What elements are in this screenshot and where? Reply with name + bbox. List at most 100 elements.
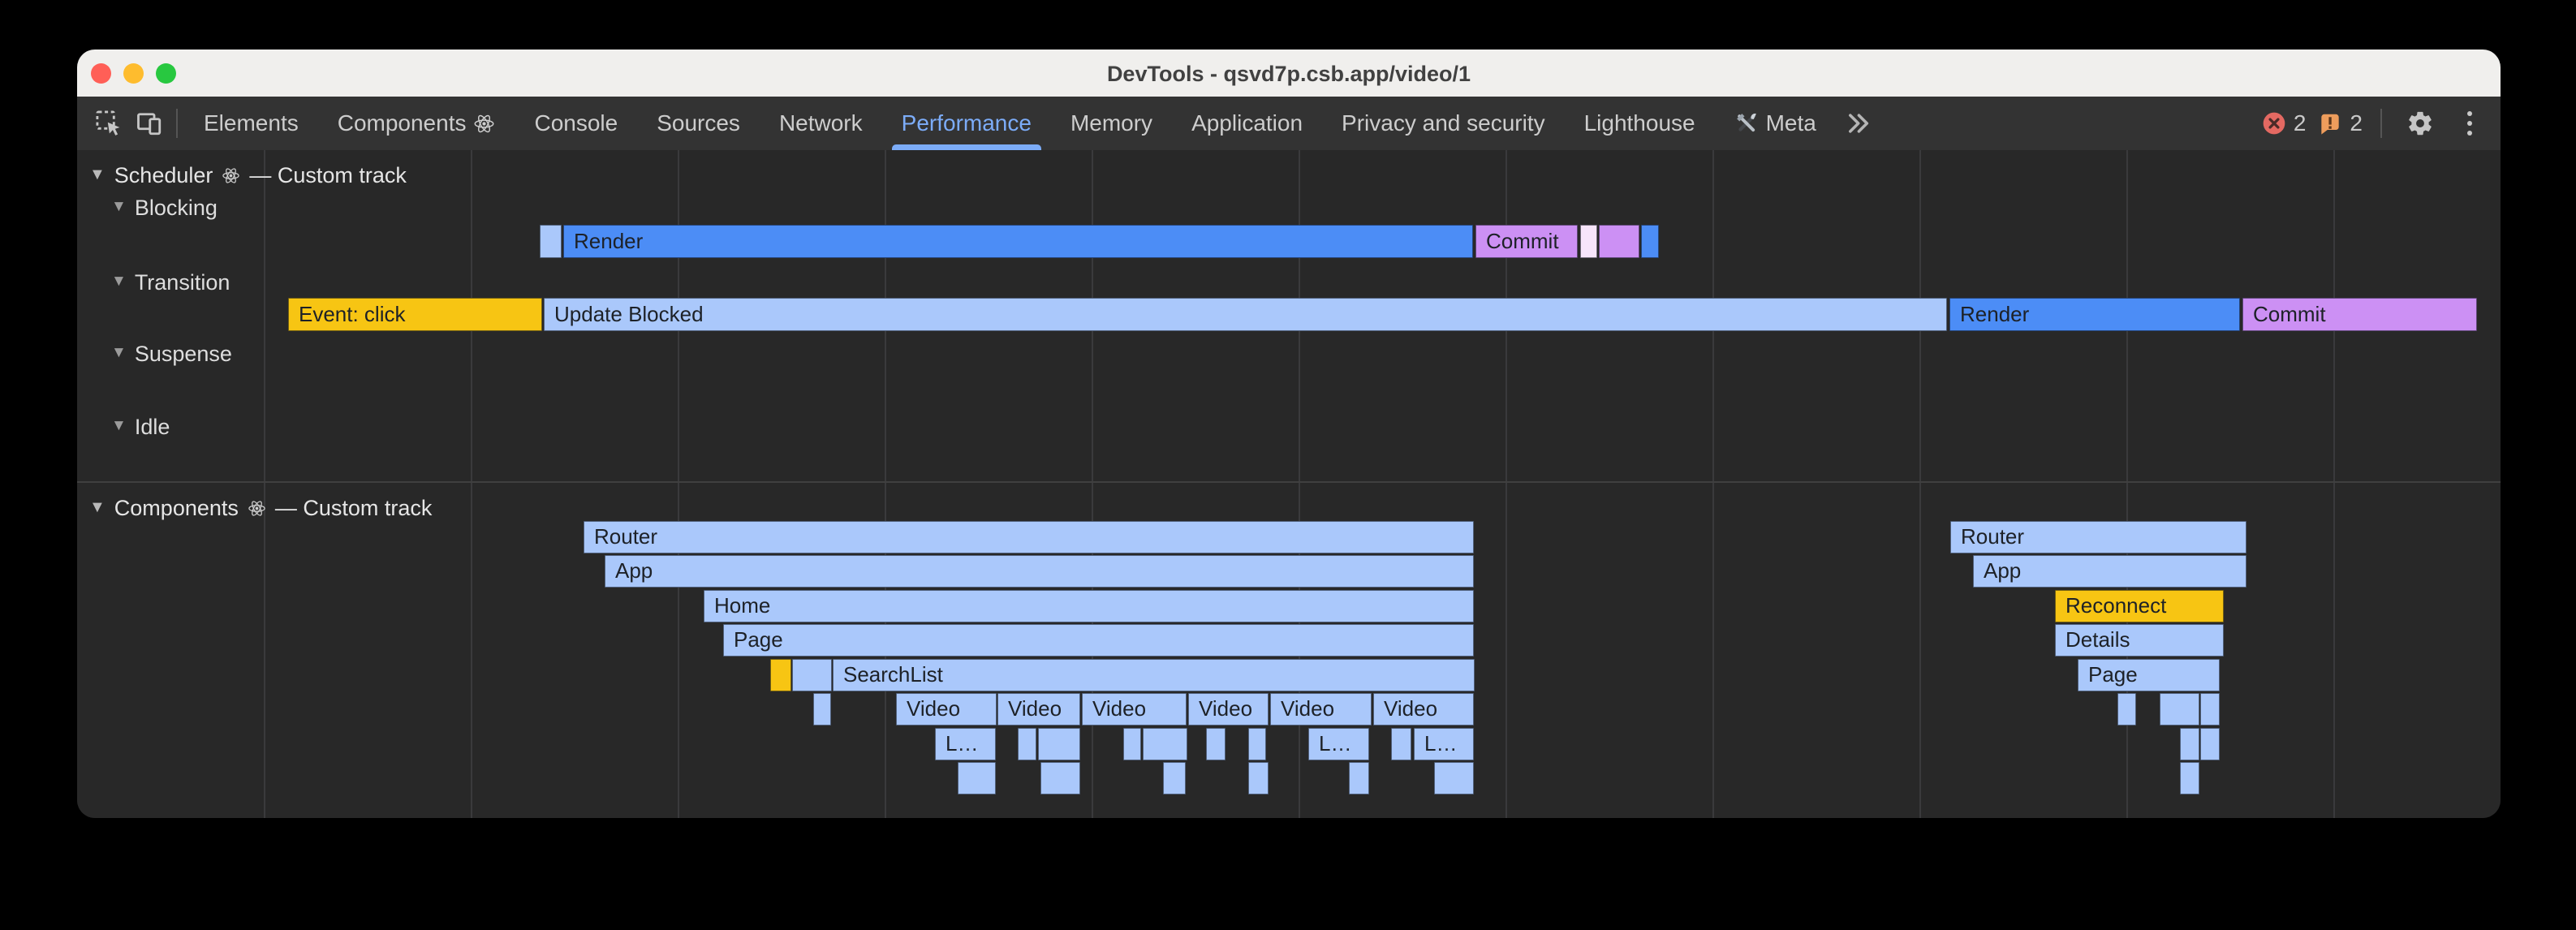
flame-bar-video[interactable]: Video <box>1270 693 1372 725</box>
lane-label-text: Blocking <box>135 196 218 221</box>
flame-bar-home[interactable]: Home <box>704 590 1474 622</box>
flame-bar-l[interactable]: L… <box>935 728 996 760</box>
flame-bar-video[interactable]: Video <box>997 693 1080 725</box>
lane-idle[interactable]: ▼ Idle <box>111 413 170 441</box>
warning-badge[interactable]: 2 <box>2317 110 2363 136</box>
tab-memory[interactable]: Memory <box>1051 97 1172 150</box>
flame-bar[interactable] <box>1391 728 1411 760</box>
flame-bar[interactable] <box>1248 762 1269 794</box>
lane-blocking[interactable]: ▼ Blocking <box>111 194 218 222</box>
tab-label: Privacy and security <box>1342 110 1545 136</box>
toolbar-divider <box>2380 109 2382 138</box>
lane-label-text: Transition <box>135 270 230 295</box>
flame-bar[interactable] <box>540 225 562 258</box>
flame-bar-app[interactable]: App <box>1973 555 2246 588</box>
track-header-scheduler[interactable]: ▼Scheduler— Custom track <box>89 161 407 189</box>
flame-bar[interactable] <box>2180 762 2199 794</box>
lane-suspense[interactable]: ▼Suspense <box>111 340 232 368</box>
warning-count: 2 <box>2350 110 2363 136</box>
flame-bar[interactable] <box>2160 693 2199 725</box>
tab-privacy-and-security[interactable]: Privacy and security <box>1322 97 1565 150</box>
kebab-menu-icon[interactable] <box>2452 105 2488 141</box>
flame-bar[interactable] <box>1641 225 1659 258</box>
device-toolbar-icon[interactable] <box>129 97 170 150</box>
flame-bar-commit[interactable]: Commit <box>2242 298 2477 331</box>
flame-bar-render[interactable]: Render <box>563 225 1473 258</box>
tab-console[interactable]: Console <box>515 97 637 150</box>
warning-icon <box>2317 110 2343 136</box>
flame-bar-page[interactable]: Page <box>723 624 1474 657</box>
collapse-triangle-icon[interactable]: ▼ <box>111 198 127 216</box>
tab-meta[interactable]: Meta <box>1715 97 1836 150</box>
tab-sources[interactable]: Sources <box>637 97 760 150</box>
performance-timeline[interactable]: ▼Scheduler— Custom track▼Blocking▼Transi… <box>77 150 2501 818</box>
flame-bar[interactable] <box>2200 693 2220 725</box>
tab-label: Console <box>534 110 618 136</box>
flame-bar[interactable] <box>2200 728 2220 760</box>
flame-bar-video[interactable]: Video <box>1188 693 1269 725</box>
timeline-gridline <box>264 150 265 818</box>
flame-bar[interactable] <box>1163 762 1186 794</box>
flame-bar-event-click[interactable]: Event: click <box>288 298 542 331</box>
collapse-triangle-icon[interactable]: ▼ <box>111 344 127 362</box>
tab-elements[interactable]: Elements <box>184 97 318 150</box>
tab-lighthouse[interactable]: Lighthouse <box>1565 97 1715 150</box>
flame-bar-l[interactable]: L… <box>1308 728 1369 760</box>
flame-bar[interactable] <box>1038 728 1080 760</box>
toolbar-right-cluster: 2 2 <box>2261 97 2488 150</box>
lane-label-text: Idle <box>135 415 170 440</box>
flame-bar-video[interactable]: Video <box>1082 693 1187 725</box>
flame-bar[interactable] <box>958 762 996 794</box>
flame-bar-searchlist[interactable]: SearchList <box>833 659 1475 691</box>
collapse-triangle-icon[interactable]: ▼ <box>111 273 127 291</box>
collapse-triangle-icon[interactable]: ▼ <box>111 417 127 435</box>
flame-bar[interactable] <box>1018 728 1036 760</box>
flame-bar-render[interactable]: Render <box>1949 298 2240 331</box>
flame-bar[interactable] <box>1599 225 1639 258</box>
tab-performance[interactable]: Performance <box>882 97 1051 150</box>
flame-bar[interactable] <box>1143 728 1187 760</box>
flame-bar-commit[interactable]: Commit <box>1475 225 1578 258</box>
flame-bar[interactable] <box>2117 693 2136 725</box>
devtools-toolbar: ElementsComponentsConsoleSourcesNetworkP… <box>77 97 2501 150</box>
toolbar-divider <box>176 109 178 138</box>
lane-transition[interactable]: ▼ Transition <box>111 269 230 296</box>
tab-strip: ElementsComponentsConsoleSourcesNetworkP… <box>184 97 1836 150</box>
flame-bar-l[interactable]: L… <box>1414 728 1474 760</box>
inspect-icon[interactable] <box>88 97 129 150</box>
flame-bar-app[interactable]: App <box>605 555 1474 588</box>
tab-application[interactable]: Application <box>1172 97 1322 150</box>
devtools-window: DevTools - qsvd7p.csb.app/video/1 <box>77 50 2501 818</box>
flame-bar[interactable] <box>1123 728 1141 760</box>
flame-bar-reconnect[interactable]: Reconnect <box>2055 590 2224 622</box>
flame-bar[interactable] <box>1580 225 1597 258</box>
flame-bar-update-blocked[interactable]: Update Blocked <box>544 298 1947 331</box>
flame-bar[interactable] <box>770 659 791 691</box>
flame-bar-page[interactable]: Page <box>2078 659 2220 691</box>
flame-bar[interactable] <box>1248 728 1266 760</box>
flame-bar-video[interactable]: Video <box>896 693 997 725</box>
flame-bar[interactable] <box>1349 762 1369 794</box>
flame-bar[interactable] <box>813 693 831 725</box>
error-badge[interactable]: 2 <box>2261 110 2307 136</box>
track-header-components[interactable]: ▼Components— Custom track <box>89 494 432 522</box>
collapse-triangle-icon[interactable]: ▼ <box>89 166 106 184</box>
tab-components[interactable]: Components <box>318 97 515 150</box>
error-count: 2 <box>2294 110 2307 136</box>
flame-bar[interactable] <box>1040 762 1080 794</box>
flame-bar-router[interactable]: Router <box>1950 521 2246 553</box>
react-atom-icon <box>222 166 240 185</box>
flame-bar[interactable] <box>1206 728 1226 760</box>
flame-bar-router[interactable]: Router <box>584 521 1474 553</box>
flame-bar[interactable] <box>792 659 832 691</box>
desktop-background: DevTools - qsvd7p.csb.app/video/1 <box>0 0 2576 930</box>
flame-bar-video[interactable]: Video <box>1373 693 1474 725</box>
tab-network[interactable]: Network <box>760 97 882 150</box>
error-icon <box>2261 110 2287 136</box>
flame-bar-details[interactable]: Details <box>2055 624 2224 657</box>
collapse-triangle-icon[interactable]: ▼ <box>89 498 106 517</box>
flame-bar[interactable] <box>1434 762 1474 794</box>
flame-bar[interactable] <box>2180 728 2199 760</box>
chevron-double-right-icon[interactable] <box>1836 97 1880 150</box>
settings-gear-icon[interactable] <box>2400 97 2440 150</box>
